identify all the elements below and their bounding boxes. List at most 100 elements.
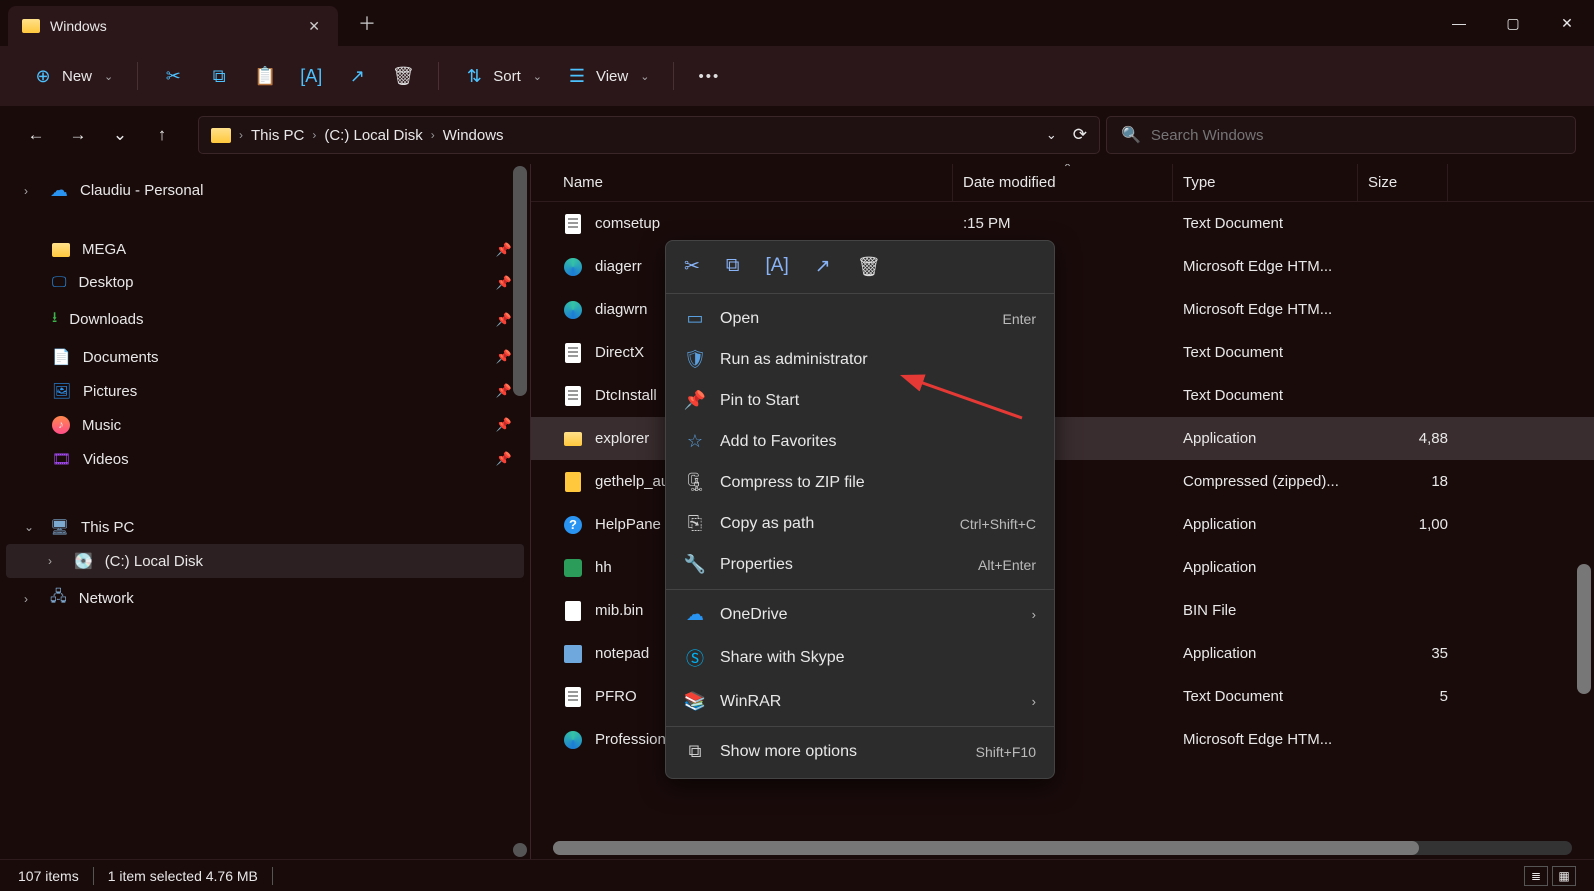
recent-button[interactable]: ⌄ — [102, 119, 138, 151]
sidebar-item-videos[interactable]: 🎞 Videos 📌 — [6, 442, 524, 476]
crumb-this-pc[interactable]: This PC — [251, 127, 304, 144]
view-large-button[interactable]: ▦ — [1552, 866, 1576, 886]
col-name[interactable]: Name — [553, 164, 953, 201]
star-icon: ☆ — [684, 431, 706, 452]
pin-icon[interactable]: 📌 — [496, 417, 512, 433]
sidebar-scroll-down[interactable] — [513, 843, 527, 857]
text-file-icon — [565, 214, 581, 234]
sidebar-network[interactable]: › 🖧 Network — [6, 578, 524, 619]
ctx-rename-button[interactable]: [A] — [766, 255, 789, 279]
sidebar-item-pictures[interactable]: 🖼 Pictures 📌 — [6, 374, 524, 408]
crumb-disk[interactable]: (C:) Local Disk — [324, 127, 422, 144]
col-size[interactable]: Size — [1358, 164, 1448, 201]
search-input[interactable] — [1151, 127, 1561, 144]
ctx-properties[interactable]: 🔧 Properties Alt+Enter — [666, 544, 1054, 585]
separator — [673, 62, 674, 90]
separator — [438, 62, 439, 90]
crumb-windows[interactable]: Windows — [443, 127, 504, 144]
folder-icon — [52, 243, 70, 257]
address-bar[interactable]: › This PC › (C:) Local Disk › Windows ⌄ … — [198, 116, 1100, 154]
sort-icon: ⇅ — [463, 66, 485, 87]
file-date: :15 PM — [953, 215, 1173, 232]
horizontal-scrollbar[interactable] — [553, 841, 1572, 855]
sidebar-this-pc[interactable]: ⌄ 🖥 This PC — [6, 510, 524, 544]
forward-button[interactable]: → — [60, 119, 96, 151]
pin-icon[interactable]: 📌 — [496, 275, 512, 291]
pin-icon[interactable]: 📌 — [496, 451, 512, 467]
content-scrollbar[interactable] — [1577, 564, 1591, 694]
delete-button[interactable]: 🗑 — [382, 58, 424, 95]
sidebar-item-desktop[interactable]: 🖵 Desktop 📌 — [6, 266, 524, 299]
edge-icon — [564, 731, 582, 749]
file-type: Compressed (zipped)... — [1173, 473, 1358, 490]
rename-icon: [A] — [300, 66, 322, 87]
chevron-down-icon: ⌄ — [640, 70, 649, 83]
back-button[interactable]: ← — [18, 119, 54, 151]
history-chevron[interactable]: ⌄ — [1046, 127, 1057, 143]
sort-button[interactable]: ⇅ Sort ⌄ — [453, 58, 552, 95]
view-icon: ☰ — [566, 66, 588, 87]
skype-icon: Ⓢ — [684, 645, 706, 671]
view-details-button[interactable]: ≣ — [1524, 866, 1548, 886]
pin-icon[interactable]: 📌 — [496, 242, 512, 258]
ctx-more-options[interactable]: ⧉ Show more options Shift+F10 — [666, 731, 1054, 772]
file-size: 4,88 — [1358, 430, 1448, 447]
close-button[interactable]: ✕ — [1540, 0, 1594, 46]
pin-icon[interactable]: 📌 — [496, 383, 512, 399]
minimize-button[interactable]: ― — [1432, 0, 1486, 46]
ctx-winrar[interactable]: 📚 WinRAR › — [666, 681, 1054, 722]
ctx-share-button[interactable]: ↗ — [815, 255, 831, 279]
rename-button[interactable]: [A] — [290, 58, 332, 95]
chevron-right-icon: › — [312, 128, 316, 142]
ctx-copy-button[interactable]: ⧉ — [726, 255, 740, 279]
scroll-thumb[interactable] — [553, 841, 1419, 855]
search-box[interactable]: 🔍 — [1106, 116, 1576, 154]
new-button[interactable]: ⊕ New ⌄ — [22, 58, 123, 95]
tab-windows[interactable]: Windows ✕ — [8, 6, 338, 46]
separator — [272, 867, 273, 885]
picture-icon: 🖼 — [52, 382, 71, 400]
pin-icon[interactable]: 📌 — [496, 312, 512, 328]
tab-close-button[interactable]: ✕ — [304, 14, 324, 39]
context-menu: ✂ ⧉ [A] ↗ 🗑 ▭ Open Enter 🛡 Run as admini… — [665, 240, 1055, 779]
share-button[interactable]: ↗ — [336, 58, 378, 95]
cut-button[interactable]: ✂ — [152, 58, 194, 95]
col-type[interactable]: Type — [1173, 164, 1358, 201]
ctx-run-admin[interactable]: 🛡 Run as administrator — [666, 339, 1054, 380]
view-button[interactable]: ☰ View ⌄ — [556, 58, 659, 95]
collapse-chevron[interactable]: ⌃ — [1063, 164, 1073, 175]
sidebar-scrollbar[interactable] — [513, 166, 527, 396]
onedrive-icon: ☁ — [684, 604, 706, 625]
pin-icon[interactable]: 📌 — [496, 349, 512, 365]
sidebar-item-downloads[interactable]: ⭳ Downloads 📌 — [6, 299, 524, 340]
file-name: notepad — [595, 645, 649, 662]
more-button[interactable]: ••• — [688, 60, 730, 93]
copy-button[interactable]: ⧉ — [198, 58, 240, 95]
ctx-compress-zip[interactable]: 🗜 Compress to ZIP file — [666, 462, 1054, 503]
file-name: PFRO — [595, 688, 637, 705]
text-file-icon — [565, 386, 581, 406]
paste-button[interactable]: 📋 — [244, 58, 286, 95]
file-row[interactable]: comsetup :15 PM Text Document — [531, 202, 1594, 245]
file-name: diagwrn — [595, 301, 648, 318]
up-button[interactable]: ↑ — [144, 119, 180, 151]
sidebar: › ☁ Claudiu - Personal MEGA 📌 🖵 Desktop … — [0, 164, 530, 859]
sidebar-item-documents[interactable]: 📄 Documents 📌 — [6, 340, 524, 374]
new-tab-button[interactable]: ＋ — [352, 4, 382, 42]
ctx-open[interactable]: ▭ Open Enter — [666, 298, 1054, 339]
ctx-delete-button[interactable]: 🗑 — [857, 255, 881, 279]
ctx-onedrive[interactable]: ☁ OneDrive › — [666, 594, 1054, 635]
sidebar-disk[interactable]: › 💽 (C:) Local Disk — [6, 544, 524, 578]
sidebar-personal[interactable]: › ☁ Claudiu - Personal — [6, 172, 524, 209]
tab-title: Windows — [50, 18, 294, 34]
sidebar-item-mega[interactable]: MEGA 📌 — [6, 233, 524, 266]
maximize-button[interactable]: ▢ — [1486, 0, 1540, 46]
edge-icon — [564, 301, 582, 319]
refresh-button[interactable]: ⟳ — [1073, 125, 1087, 145]
sort-label: Sort — [493, 68, 521, 85]
sidebar-item-music[interactable]: ♪ Music 📌 — [6, 408, 524, 442]
ctx-copy-path[interactable]: ⎘ Copy as path Ctrl+Shift+C — [666, 503, 1054, 544]
ctx-skype[interactable]: Ⓢ Share with Skype — [666, 635, 1054, 681]
ctx-cut-button[interactable]: ✂ — [684, 255, 700, 279]
shield-icon: 🛡 — [684, 349, 706, 370]
